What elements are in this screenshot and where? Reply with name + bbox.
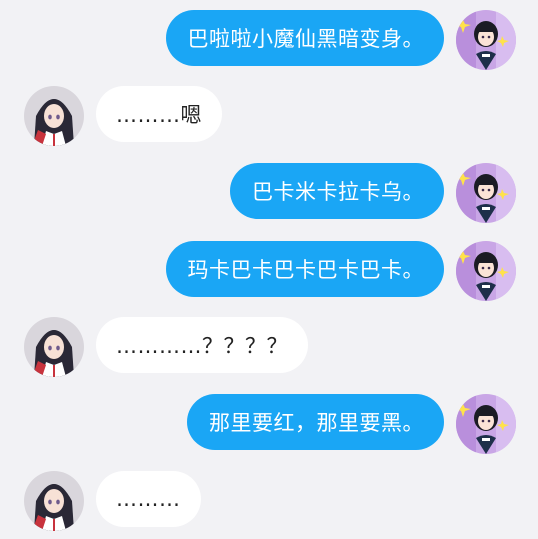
incoming-avatar[interactable] (24, 317, 84, 377)
message-text: ……… (116, 487, 181, 511)
outgoing-avatar[interactable] (456, 394, 516, 454)
girl-avatar-icon (456, 394, 516, 454)
message-text: 玛卡巴卡巴卡巴卡巴卡。 (187, 258, 424, 282)
incoming-message-bubble[interactable]: …………？？？？ (96, 317, 308, 373)
message-text: …………？？？？ (116, 334, 288, 358)
girl-avatar-icon (24, 317, 84, 377)
incoming-avatar[interactable] (24, 86, 84, 146)
outgoing-avatar[interactable] (456, 241, 516, 301)
incoming-message-bubble[interactable]: ……… (96, 471, 201, 527)
outgoing-message-bubble[interactable]: 巴啦啦小魔仙黑暗变身。 (165, 10, 444, 66)
incoming-message-bubble[interactable]: ………嗯 (96, 86, 222, 142)
message-text: 巴啦啦小魔仙黑暗变身。 (187, 27, 424, 51)
girl-avatar-icon (456, 241, 516, 301)
outgoing-message-bubble[interactable]: 巴卡米卡拉卡乌。 (230, 163, 444, 219)
message-text: 那里要红，那里要黑。 (209, 411, 424, 435)
outgoing-avatar[interactable] (456, 10, 516, 70)
outgoing-message-bubble[interactable]: 玛卡巴卡巴卡巴卡巴卡。 (165, 241, 444, 297)
girl-avatar-icon (24, 86, 84, 146)
girl-avatar-icon (456, 10, 516, 70)
incoming-avatar[interactable] (24, 471, 84, 531)
girl-avatar-icon (456, 163, 516, 223)
outgoing-avatar[interactable] (456, 163, 516, 223)
message-text: ………嗯 (116, 103, 202, 127)
outgoing-message-bubble[interactable]: 那里要红，那里要黑。 (187, 394, 444, 450)
girl-avatar-icon (24, 471, 84, 531)
message-text: 巴卡米卡拉卡乌。 (252, 180, 424, 204)
